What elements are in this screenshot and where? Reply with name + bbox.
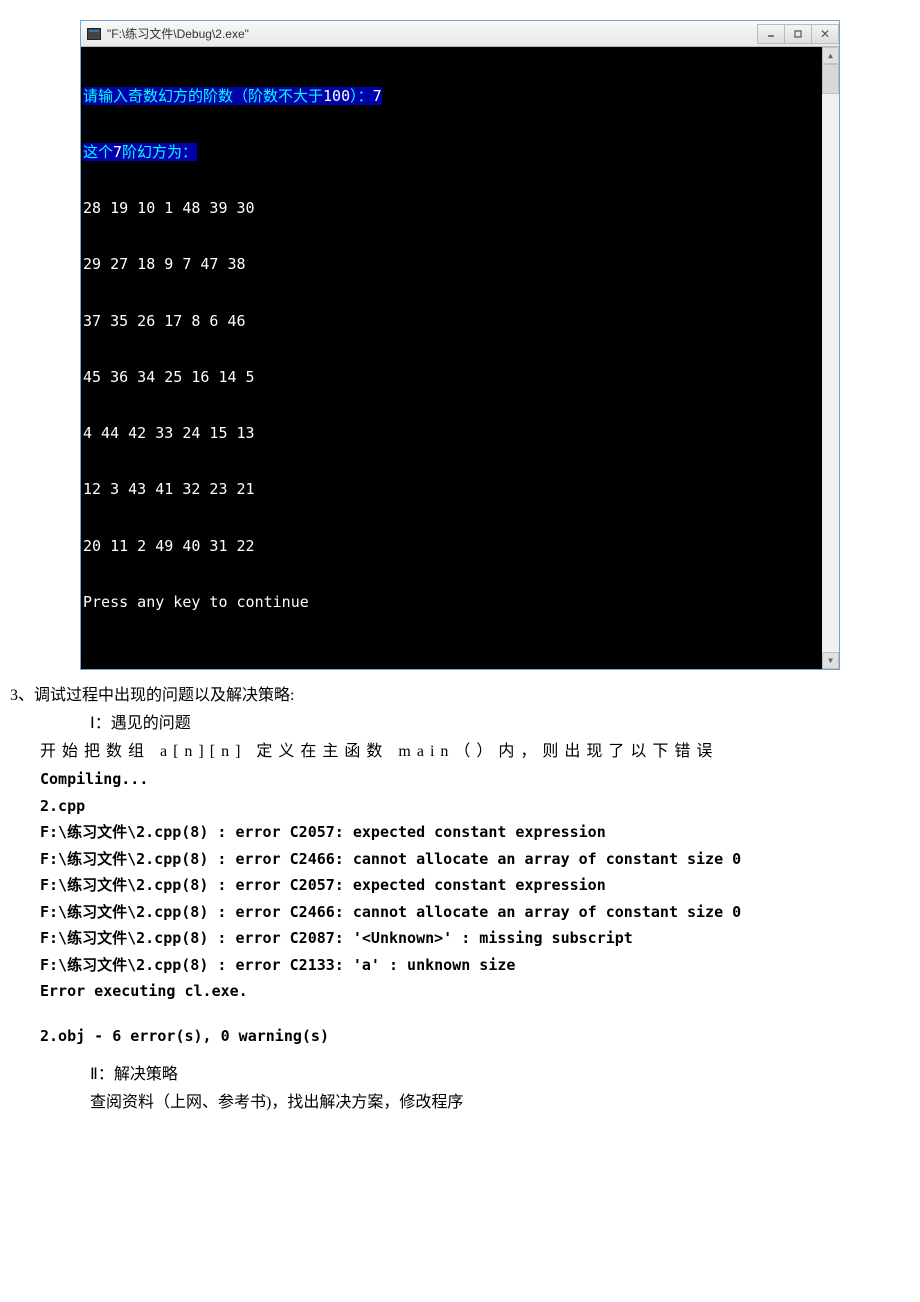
console-line: 这个7阶幻方为： — [83, 143, 817, 162]
compiler-error-line: F:\练习文件\2.cpp(8) : error C2057: expected… — [10, 817, 910, 844]
console-body: 请输入奇数幻方的阶数（阶数不大于100）：7 这个7阶幻方为： 28 19 10… — [81, 47, 839, 669]
compiler-error-line: F:\练习文件\2.cpp(8) : error C2057: expected… — [10, 870, 910, 897]
matrix-row: 45 36 34 25 16 14 5 — [83, 368, 817, 387]
scroll-up-arrow-icon[interactable]: ▲ — [822, 47, 839, 64]
console-window: "F:\练习文件\Debug\2.exe" ✕ 请输入奇数幻方的阶数（阶数不大于… — [80, 20, 840, 670]
console-line: 请输入奇数幻方的阶数（阶数不大于100）：7 — [83, 87, 817, 106]
prompt-limit: 100 — [323, 87, 350, 105]
matrix-row: 20 11 2 49 40 31 22 — [83, 537, 817, 556]
compiler-error-line: F:\练习文件\2.cpp(8) : error C2466: cannot a… — [10, 844, 910, 871]
window-title: "F:\练习文件\Debug\2.exe" — [107, 25, 249, 42]
close-icon: ✕ — [820, 27, 830, 41]
maximize-icon — [793, 29, 803, 39]
press-any-key: Press any key to continue — [83, 593, 817, 612]
prompt-text: ）： — [350, 87, 373, 105]
compiler-output-line: 2.cpp — [10, 791, 910, 818]
matrix-row: 37 35 26 17 8 6 46 — [83, 312, 817, 331]
subsection-heading: Ⅱ：解决策略 — [10, 1059, 910, 1087]
maximize-button[interactable] — [784, 24, 812, 44]
output-order: 7 — [113, 143, 122, 161]
matrix-row: 12 3 43 41 32 23 21 — [83, 480, 817, 499]
user-input: 7 — [373, 87, 382, 105]
blank-line — [10, 1047, 910, 1059]
close-button[interactable]: ✕ — [811, 24, 839, 44]
paragraph-text: 查阅资料（上网、参考书)，找出解决方案，修改程序 — [10, 1087, 910, 1115]
matrix-row: 29 27 18 9 7 47 38 — [83, 255, 817, 274]
blank-line — [10, 1003, 910, 1021]
compiler-error-line: F:\练习文件\2.cpp(8) : error C2133: 'a' : un… — [10, 950, 910, 977]
compiler-output-line: Compiling... — [10, 764, 910, 791]
paragraph-text: 开始把数组 a[n][n] 定义在主函数 main（）内，则出现了以下错误 — [10, 736, 910, 764]
titlebar-left: "F:\练习文件\Debug\2.exe" — [87, 25, 249, 42]
compiler-summary-line: 2.obj - 6 error(s), 0 warning(s) — [10, 1021, 910, 1048]
output-text: 阶幻方为： — [122, 143, 197, 161]
scroll-thumb[interactable] — [822, 64, 839, 94]
window-controls: ✕ — [758, 24, 839, 44]
console-app-icon — [87, 28, 101, 40]
console-output: 请输入奇数幻方的阶数（阶数不大于100）：7 这个7阶幻方为： 28 19 10… — [83, 49, 837, 649]
scroll-down-arrow-icon[interactable]: ▼ — [822, 652, 839, 669]
minimize-button[interactable] — [757, 24, 785, 44]
matrix-row: 4 44 42 33 24 15 13 — [83, 424, 817, 443]
output-text: 这个 — [83, 143, 113, 161]
vertical-scrollbar[interactable]: ▲ ▼ — [822, 47, 839, 669]
window-titlebar: "F:\练习文件\Debug\2.exe" ✕ — [81, 21, 839, 47]
prompt-text: 请输入奇数幻方的阶数（阶数不大于 — [83, 87, 323, 105]
subsection-heading: Ⅰ：遇见的问题 — [10, 708, 910, 736]
section-heading: 3、调试过程中出现的问题以及解决策略: — [10, 680, 910, 708]
compiler-error-line: F:\练习文件\2.cpp(8) : error C2466: cannot a… — [10, 897, 910, 924]
matrix-row: 28 19 10 1 48 39 30 — [83, 199, 817, 218]
compiler-error-line: F:\练习文件\2.cpp(8) : error C2087: '<Unknow… — [10, 923, 910, 950]
compiler-output-line: Error executing cl.exe. — [10, 976, 910, 1003]
scrollbar-top: ▲ — [822, 47, 839, 94]
minimize-icon — [766, 29, 776, 39]
